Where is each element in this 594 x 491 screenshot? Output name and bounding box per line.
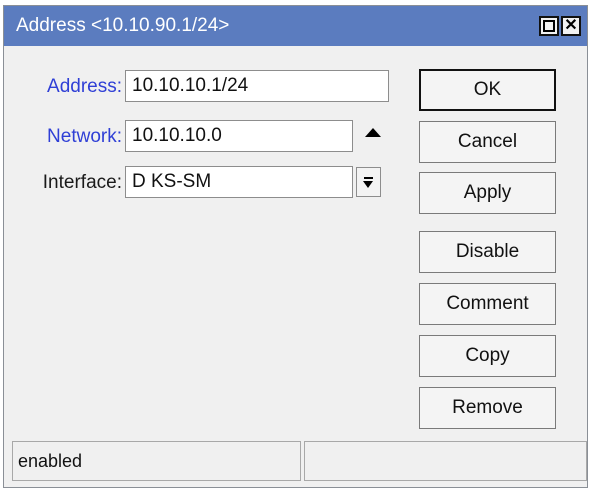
maximize-icon[interactable] bbox=[539, 16, 559, 36]
copy-button[interactable]: Copy bbox=[419, 335, 556, 377]
apply-button[interactable]: Apply bbox=[419, 172, 556, 214]
disable-button[interactable]: Disable bbox=[419, 231, 556, 273]
interface-select[interactable]: D KS-SM bbox=[125, 166, 353, 198]
cancel-button[interactable]: Cancel bbox=[419, 121, 556, 163]
close-icon[interactable]: ✕ bbox=[561, 16, 581, 36]
remove-button[interactable]: Remove bbox=[419, 387, 556, 429]
network-input[interactable]: 10.10.10.0 bbox=[125, 120, 353, 152]
status-field: enabled bbox=[12, 441, 301, 481]
ok-button[interactable]: OK bbox=[419, 69, 556, 111]
address-label: Address: bbox=[47, 76, 122, 97]
triangle-up-icon[interactable] bbox=[365, 128, 381, 137]
title-bar[interactable]: Address <10.10.90.1/24> ✕ bbox=[4, 6, 587, 46]
interface-label: Interface: bbox=[42, 172, 122, 193]
comment-button[interactable]: Comment bbox=[419, 283, 556, 325]
address-dialog: Address <10.10.90.1/24> ✕ Address: 10.10… bbox=[3, 5, 588, 488]
status-field-secondary bbox=[304, 441, 587, 481]
address-input[interactable]: 10.10.10.1/24 bbox=[125, 70, 389, 102]
dropdown-arrow-icon[interactable] bbox=[356, 167, 381, 197]
network-label: Network: bbox=[47, 126, 122, 147]
window-title: Address <10.10.90.1/24> bbox=[16, 15, 230, 36]
